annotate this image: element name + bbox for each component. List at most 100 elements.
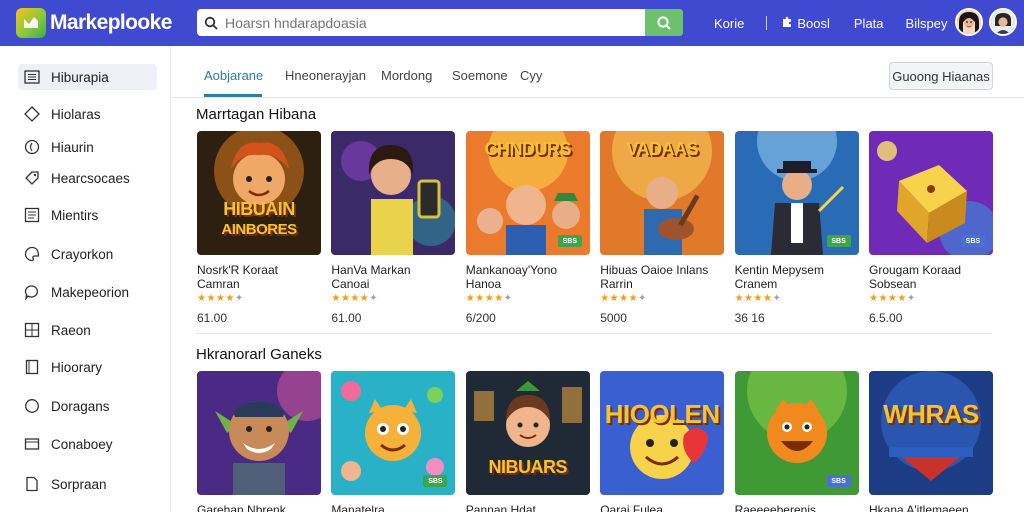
sidebar-item-label: Doragans xyxy=(51,398,110,414)
grid-list-icon xyxy=(23,68,41,86)
list-icon xyxy=(23,206,41,224)
sidebar-item-hearcsocaes[interactable]: Hearcsocaes xyxy=(18,165,157,191)
rating-stars: ★★★★✦ xyxy=(331,293,379,304)
game-card[interactable]: HanVa Markan Canoai ★★★★✦ 61.00 xyxy=(331,131,456,325)
game-thumbnail[interactable]: VADAAS xyxy=(600,131,725,255)
game-price: 6.5.00 xyxy=(869,311,903,325)
game-title[interactable]: Manatelra xyxy=(331,503,455,512)
game-title[interactable]: Hkana A'itlemaeen xyxy=(869,503,993,512)
sidebar-item-crayorkon[interactable]: Crayorkon xyxy=(18,241,157,267)
game-title[interactable]: Kentin Mepysem xyxy=(735,263,859,277)
game-card[interactable]: Garehan Nbrenk xyxy=(197,371,321,512)
card-icon xyxy=(23,435,41,453)
section-divider xyxy=(196,333,992,334)
game-thumbnail[interactable]: HIOOLEN xyxy=(600,371,725,495)
game-card[interactable]: HIBUAIN AINBORES Nosrk'R Koraat Camran ★★★★✦… xyxy=(197,131,321,325)
game-card[interactable]: CHNDURS SBS Mankanoay'Yono Hanoa ★★★★✦ 6/200 xyxy=(465,131,590,325)
game-card[interactable]: NIBUARS Pannan Hdat xyxy=(465,371,590,512)
active-tab-indicator xyxy=(204,94,262,97)
game-card[interactable]: HIOOLEN Oarai Fulea xyxy=(600,371,725,512)
rating-stars: ★★★★✦ xyxy=(465,293,513,304)
swirl-icon xyxy=(23,138,41,156)
game-card[interactable]: SBS Kentin Mepysem Cranem ★★★★✦ 36 16 xyxy=(734,131,859,325)
game-thumbnail[interactable]: NIBUARS xyxy=(465,371,590,495)
game-card[interactable]: SBS Raeeeeberenis xyxy=(734,371,859,512)
thumbnail-art-text: WHRAS xyxy=(883,399,979,429)
game-card[interactable]: VADAAS Hibuas Oaioe Inlans Rarrin ★★★★✦ 5000 xyxy=(600,131,725,325)
game-title[interactable]: Pannan Hdat xyxy=(466,503,590,512)
top-link-korie[interactable]: Korie xyxy=(714,16,744,31)
thumbnail-art-text: VADAAS xyxy=(626,139,699,159)
top-link-bilspey[interactable]: Bilspey xyxy=(906,16,948,31)
game-thumbnail[interactable]: HIBUAIN AINBORES xyxy=(197,131,321,255)
sidebar-item-hiolaras[interactable]: Hiolaras xyxy=(18,101,157,127)
game-subtitle: Cranem xyxy=(734,277,778,291)
sidebar-item-hioorary[interactable]: Hioorary xyxy=(18,354,157,380)
search-input[interactable] xyxy=(225,14,645,31)
sidebar-item-label: Sorpraan xyxy=(51,476,107,492)
sidebar-item-label: Hiolaras xyxy=(51,106,101,122)
sidebar-item-doragans[interactable]: Doragans xyxy=(18,393,157,419)
sidebar-item-label: Conaboey xyxy=(51,436,113,452)
game-title[interactable]: Raeeeeberenis xyxy=(735,503,859,512)
game-title[interactable]: Grougam Koraad xyxy=(869,263,993,277)
game-thumbnail[interactable]: SBS xyxy=(331,371,456,495)
game-card[interactable]: SBS Manatelra xyxy=(331,371,456,512)
game-title[interactable]: HanVa Markan xyxy=(331,263,455,277)
sidebar-item-label: Mientirs xyxy=(51,207,99,223)
tab-mordong[interactable]: Mordong xyxy=(381,68,432,83)
game-card[interactable]: WHRAS Hkana A'itlemaeen xyxy=(869,371,993,512)
tab-soemone[interactable]: Soemone xyxy=(452,68,508,83)
top-divider xyxy=(766,16,768,30)
sidebar-item-mientirs[interactable]: Mientirs xyxy=(18,202,157,228)
game-thumbnail[interactable]: SBS xyxy=(869,131,993,255)
tab-action-button[interactable]: Guoong Hiaanas xyxy=(889,62,993,90)
avatar-secondary[interactable] xyxy=(989,8,1017,36)
avatar[interactable] xyxy=(955,8,983,36)
game-price: 61.00 xyxy=(197,311,228,325)
sidebar-item-label: Crayorkon xyxy=(51,246,114,262)
thumbnail-badge: SBS xyxy=(826,235,851,247)
game-title[interactable]: Oarai Fulea xyxy=(600,503,724,512)
sidebar-item-conaboey[interactable]: Conaboey xyxy=(18,431,157,457)
thumbnail-art-text: CHNDURS xyxy=(484,139,572,159)
game-thumbnail[interactable]: WHRAS xyxy=(869,371,993,495)
top-link-boosl[interactable]: Boosl xyxy=(797,16,830,31)
game-price: 5000 xyxy=(600,311,627,325)
sidebar-item-sorpraan[interactable]: Sorpraan xyxy=(18,471,157,497)
logo[interactable]: Markeplooke xyxy=(16,8,192,38)
search-button[interactable] xyxy=(645,9,683,36)
rating-stars: ★★★★✦ xyxy=(600,293,647,304)
palette-icon xyxy=(23,245,41,263)
top-link-plata[interactable]: Plata xyxy=(854,16,884,31)
game-title[interactable]: Hibuas Oaioe Inlans xyxy=(600,263,724,277)
game-thumbnail[interactable]: SBS xyxy=(734,131,859,255)
game-title[interactable]: Mankanoay'Yono xyxy=(466,263,590,277)
sidebar-item-hiaurin[interactable]: Hiaurin xyxy=(18,134,157,160)
rating-stars: ★★★★✦ xyxy=(869,293,916,304)
sidebar-item-raeon[interactable]: Raeon xyxy=(18,317,157,343)
tab-cyy[interactable]: Cyy xyxy=(520,68,542,83)
game-title[interactable]: Garehan Nbrenk xyxy=(197,503,321,512)
sidebar-item-hiburapia[interactable]: Hiburapia xyxy=(18,64,157,90)
game-thumbnail[interactable] xyxy=(331,131,456,255)
game-title[interactable]: Nosrk'R Koraat xyxy=(197,263,321,277)
tab-hneonerayjan[interactable]: Hneonerayjan xyxy=(285,68,366,83)
search-bar xyxy=(197,9,683,36)
logo-mark-icon xyxy=(16,8,46,38)
game-thumbnail[interactable]: SBS xyxy=(734,371,859,495)
game-subtitle: Canoai xyxy=(331,277,370,291)
sidebar-item-label: Hearcsocaes xyxy=(51,170,130,186)
sidebar-item-makepeorion[interactable]: Makepeorion xyxy=(18,279,157,305)
app-title: Markeplooke xyxy=(50,11,172,34)
rating-stars: ★★★★✦ xyxy=(197,293,244,304)
game-card[interactable]: SBS Grougam Koraad Sobsean ★★★★✦ 6.5.00 xyxy=(869,131,993,325)
thumbnail-badge: SBS xyxy=(423,475,448,487)
sidebar-item-label: Makepeorion xyxy=(51,284,130,300)
tab-aobjarane[interactable]: Aobjarane xyxy=(204,68,263,83)
sidebar-item-label: Raeon xyxy=(51,322,91,338)
thumbnail-badge: SBS xyxy=(961,235,985,247)
game-thumbnail[interactable] xyxy=(197,371,321,495)
game-subtitle: Rarrin xyxy=(600,277,633,291)
game-thumbnail[interactable]: CHNDURS SBS xyxy=(465,131,590,255)
